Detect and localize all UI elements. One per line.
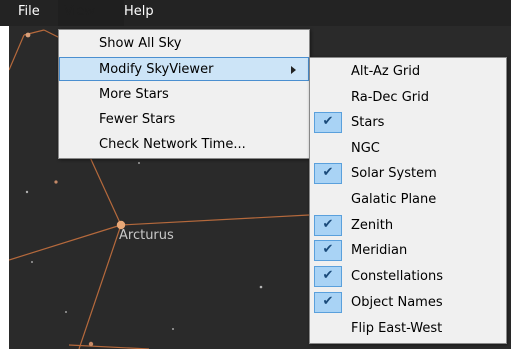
constellation-line [9,34,25,71]
submenu-item-zenith[interactable]: ✔ Zenith [310,214,506,238]
submenu-item-label: Galatic Plane [351,192,437,207]
star [25,32,31,38]
submenu-item-label: Constellations [351,269,444,284]
submenu-item-flip-east-west[interactable]: Flip East-West [310,317,506,341]
submenu-item-label: Ra-Dec Grid [351,90,429,105]
constellation-line [9,224,122,261]
submenu-item-label: Meridian [351,243,408,258]
checkmark-icon: ✔ [314,240,342,261]
menu-bar: File View Help [0,0,511,26]
submenu-item-label: Object Names [351,295,443,310]
menu-item-label: Fewer Stars [99,112,176,127]
checkmark-icon: ✔ [314,112,342,133]
submenu-item-galatic-plane[interactable]: Galatic Plane [310,188,506,212]
checkmark-icon: ✔ [314,292,342,313]
star-label-arcturus: Arcturus [119,228,174,243]
submenu-item-object-names[interactable]: ✔ Object Names [310,291,506,315]
menu-item-more-stars[interactable]: More Stars [59,83,309,107]
submenu-item-ra-dec-grid[interactable]: Ra-Dec Grid [310,86,506,110]
constellation-line [68,344,150,349]
star [31,261,33,263]
submenu-item-constellations[interactable]: ✔ Constellations [310,265,506,289]
checkmark-icon: ✔ [314,266,342,287]
menu-item-label: More Stars [99,87,169,102]
modify-skyviewer-submenu: Alt-Az Grid Ra-Dec Grid ✔ Stars NGC ✔ So… [309,57,507,344]
submenu-item-label: NGC [351,141,380,156]
star [138,162,140,164]
checkmark-icon: ✔ [314,215,342,236]
submenu-item-label: Flip East-West [351,321,443,336]
submenu-item-label: Stars [351,115,385,130]
star [54,180,58,184]
constellation-line [78,224,122,349]
submenu-item-label: Zenith [351,218,394,233]
menu-item-modify-skyviewer[interactable]: Modify SkyViewer [59,57,309,81]
submenu-item-label: Solar System [351,166,437,181]
menu-help[interactable]: Help [118,0,160,26]
menu-item-label: Modify SkyViewer [99,62,214,77]
submenu-item-label: Alt-Az Grid [351,64,421,79]
submenu-item-alt-az-grid[interactable]: Alt-Az Grid [310,60,506,84]
submenu-item-stars[interactable]: ✔ Stars [310,111,506,135]
menu-view[interactable]: View [58,0,124,26]
constellation-line [120,214,310,226]
star [65,311,67,313]
submenu-item-meridian[interactable]: ✔ Meridian [310,239,506,263]
view-menu: Show All Sky Modify SkyViewer More Stars… [58,29,310,159]
submenu-item-ngc[interactable]: NGC [310,137,506,161]
star [88,341,94,347]
menu-item-label: Show All Sky [99,36,182,51]
menu-item-check-network-time[interactable]: Check Network Time... [59,133,309,157]
menu-item-label: Check Network Time... [99,137,246,152]
menu-item-fewer-stars[interactable]: Fewer Stars [59,108,309,132]
star [259,285,263,289]
star [172,328,174,330]
constellation-line [88,154,122,226]
menu-file[interactable]: File [12,0,46,26]
star [25,190,29,194]
menu-item-show-all-sky[interactable]: Show All Sky [59,32,309,56]
submenu-arrow-icon [291,66,296,74]
checkmark-icon: ✔ [314,163,342,184]
submenu-item-solar-system[interactable]: ✔ Solar System [310,162,506,186]
